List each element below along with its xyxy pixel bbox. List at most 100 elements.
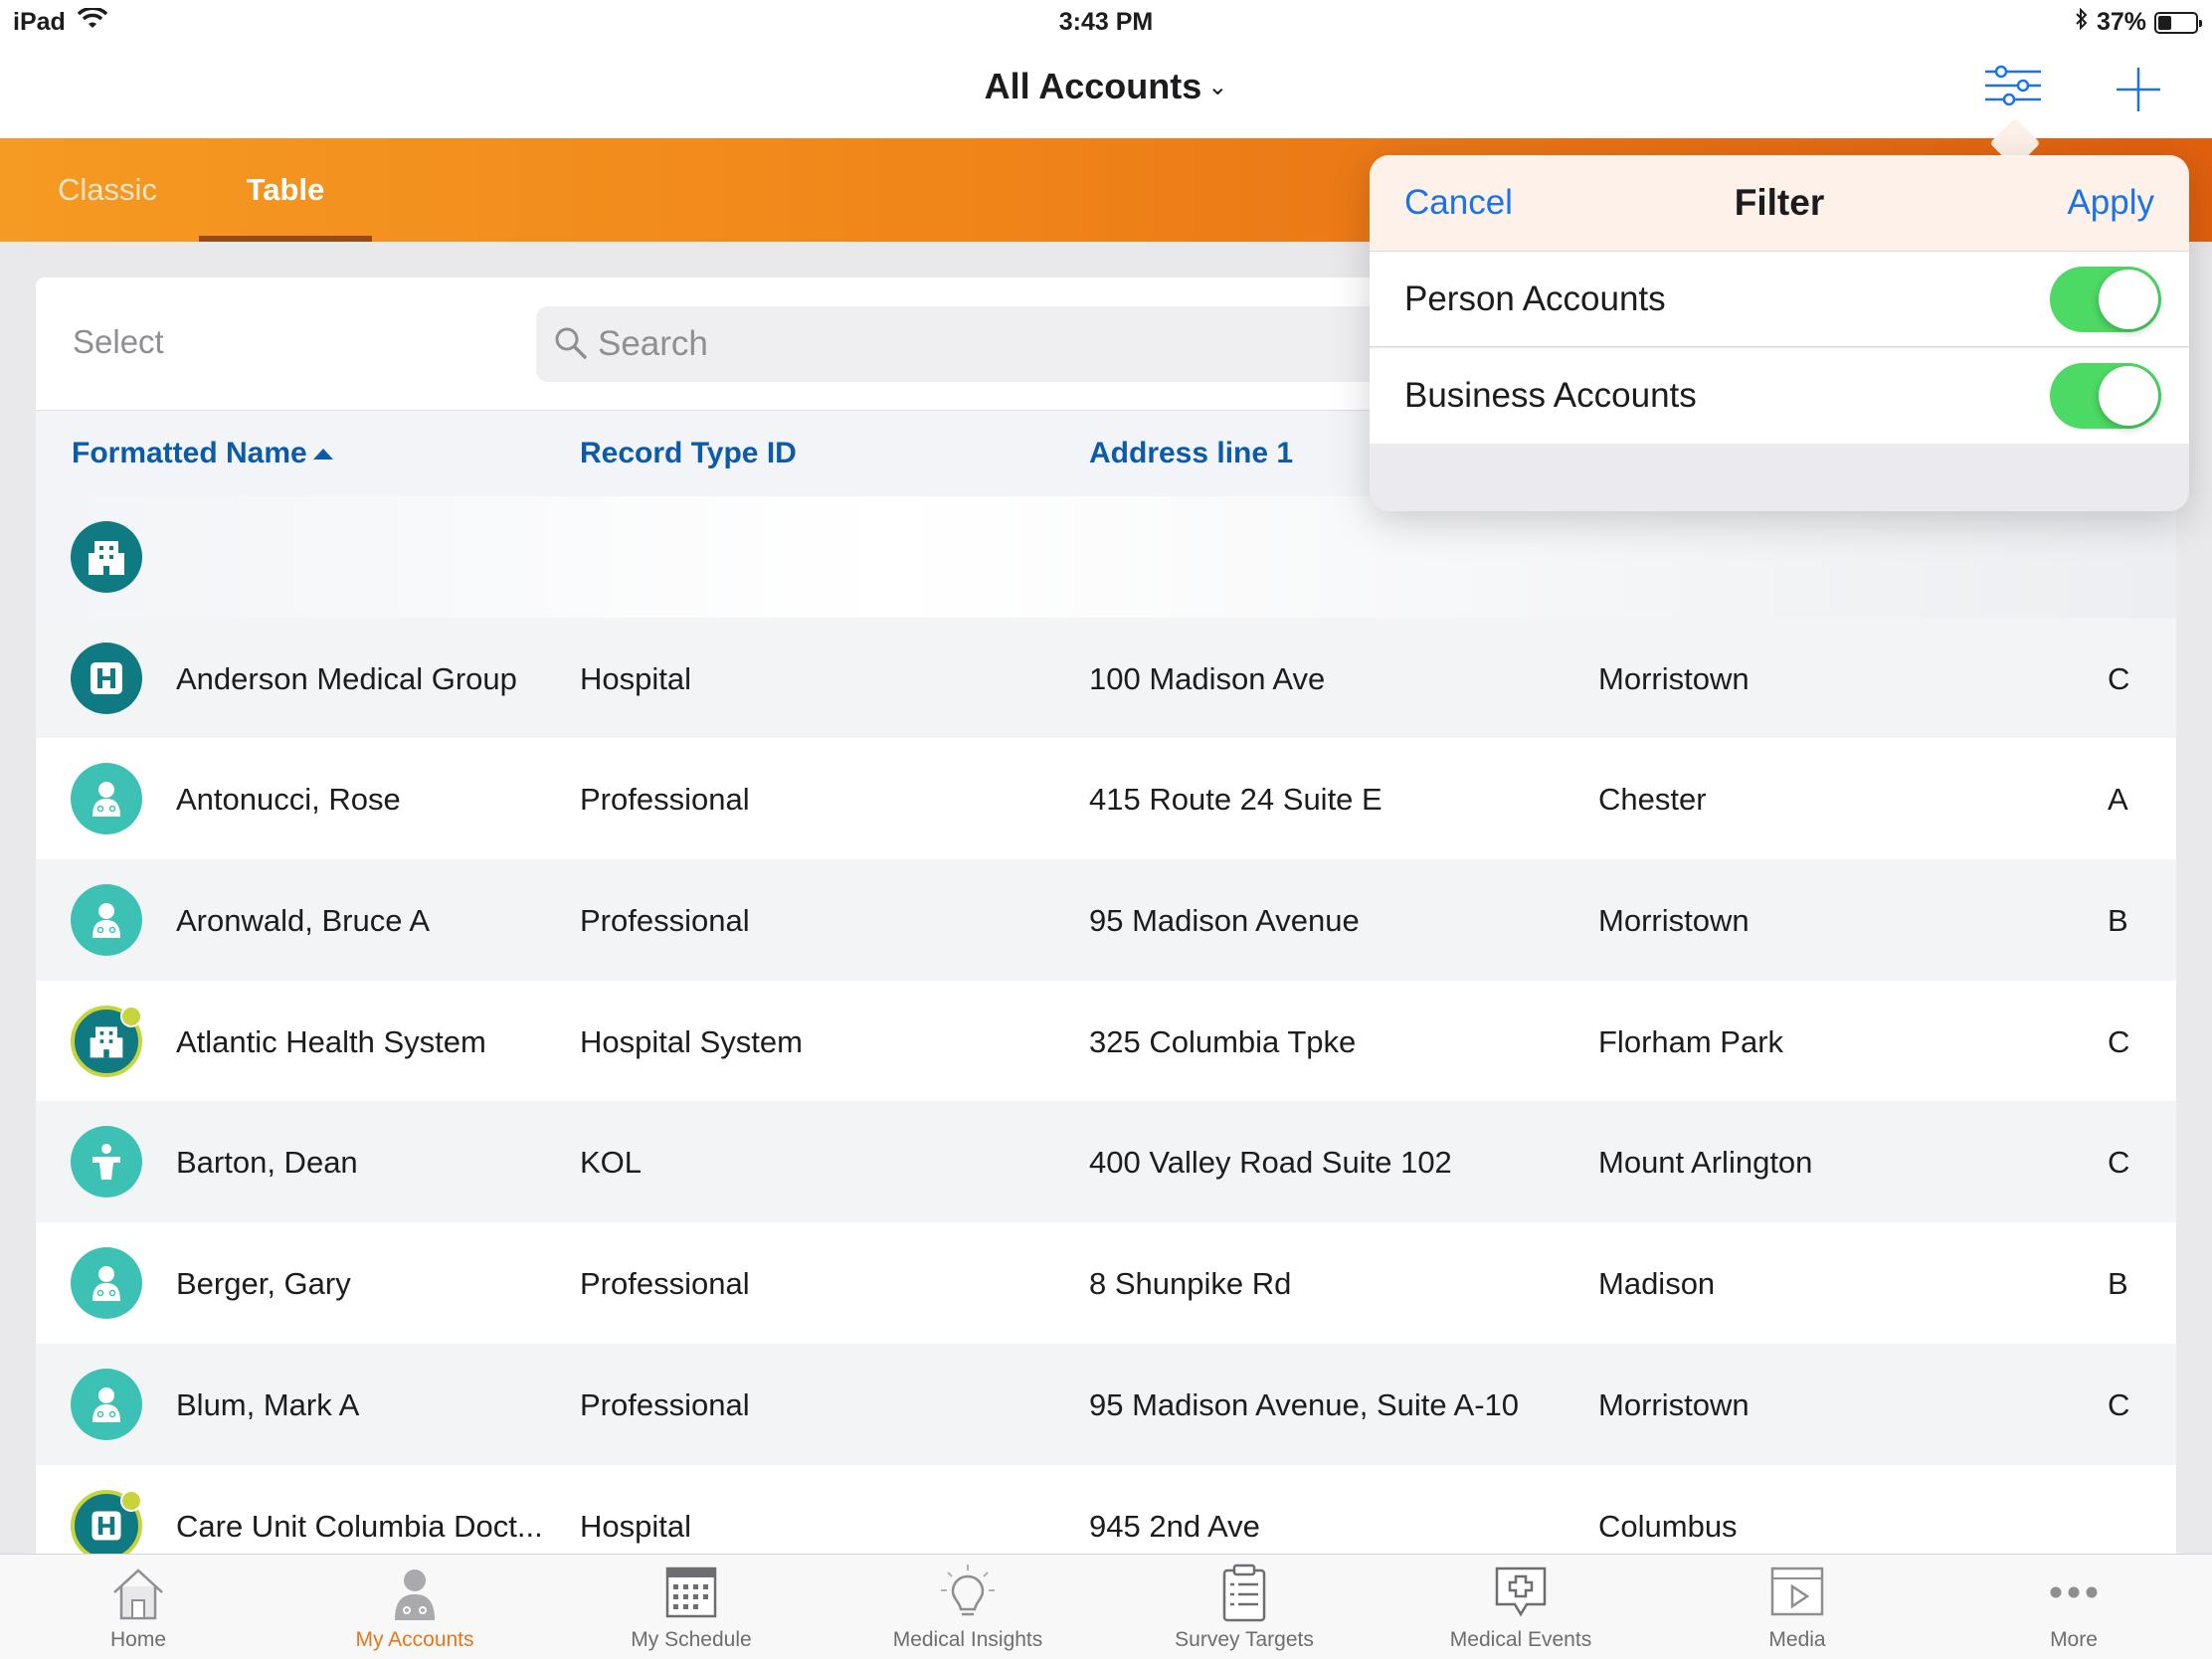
cell-address: 415 Route 24 Suite E — [1089, 782, 1382, 818]
bottom-tab-label: Survey Targets — [1175, 1628, 1314, 1651]
bottom-tab-label: Medical Events — [1449, 1628, 1592, 1651]
filter-popover-header: Cancel Filter Apply — [1370, 155, 2189, 252]
hospital-icon — [71, 1489, 142, 1561]
filter-popover: Cancel Filter Apply Person Accounts Busi… — [1370, 155, 2189, 511]
bottom-tab-label: My Accounts — [355, 1628, 474, 1651]
bottom-tab-medical-events[interactable]: Medical Events — [1382, 1555, 1659, 1659]
bottom-tab-survey-targets[interactable]: Survey Targets — [1106, 1555, 1382, 1659]
column-header-record-type[interactable]: Record Type ID — [580, 437, 797, 470]
bottom-tab-my-schedule[interactable]: My Schedule — [553, 1555, 830, 1659]
bottom-tab-media[interactable]: Media — [1659, 1555, 1936, 1659]
doctor-icon — [71, 1247, 142, 1320]
bluetooth-icon — [2075, 7, 2089, 37]
doctor-icon — [71, 884, 142, 957]
table-row[interactable]: Barton, Dean KOL 400 Valley Road Suite 1… — [36, 1101, 2176, 1223]
battery-icon — [2154, 11, 2202, 34]
network-badge-icon — [120, 1005, 142, 1027]
cell-name: Atlantic Health System — [176, 1023, 486, 1059]
filter-option-business-accounts: Business Accounts — [1370, 348, 2189, 444]
cell-name: Anderson Medical Group — [176, 660, 517, 696]
bottom-tab-label: More — [2050, 1628, 2098, 1651]
cell-city: Madison — [1598, 1266, 1716, 1302]
cell-tier: A — [2108, 782, 2128, 818]
cell-record-type: KOL — [580, 1145, 643, 1181]
chevron-down-icon: ⌄ — [1207, 74, 1228, 100]
cell-name: Blum, Mark A — [176, 1386, 360, 1422]
cell-name: Aronwald, Bruce A — [176, 903, 431, 939]
table-row[interactable]: Aronwald, Bruce A Professional 95 Madiso… — [36, 859, 2176, 981]
navigation-bar: All Accounts ⌄ — [0, 44, 2212, 138]
cell-record-type: Hospital — [580, 660, 691, 696]
bottom-tab-label: Medical Insights — [892, 1628, 1043, 1651]
bottom-tab-more[interactable]: More — [1936, 1555, 2212, 1659]
table-row[interactable]: Care Unit Columbia Doct... Hospital 945 … — [36, 1464, 2176, 1561]
table-row[interactable]: Blum, Mark A Professional 95 Madison Ave… — [36, 1343, 2176, 1465]
bottom-tab-my-accounts[interactable]: My Accounts — [276, 1555, 553, 1659]
filter-option-label: Business Accounts — [1404, 376, 1697, 415]
select-button[interactable]: Select — [73, 323, 164, 361]
cell-record-type: Professional — [580, 1386, 750, 1422]
cell-address: 8 Shunpike Rd — [1089, 1266, 1292, 1302]
status-time: 3:43 PM — [1058, 8, 1154, 36]
sort-ascending-icon — [312, 448, 333, 460]
bottom-tab-home[interactable]: Home — [0, 1555, 276, 1659]
cell-tier: C — [2108, 1023, 2130, 1059]
business-accounts-toggle[interactable] — [2050, 363, 2161, 429]
person-accounts-toggle[interactable] — [2050, 267, 2161, 332]
cell-city: Morristown — [1598, 660, 1750, 696]
bottom-tab-medical-insights[interactable]: Medical Insights — [830, 1555, 1106, 1659]
tab-table[interactable]: Table — [199, 138, 372, 242]
cell-city: Florham Park — [1598, 1023, 1784, 1059]
bottom-tab-label: Home — [109, 1628, 167, 1651]
cell-tier: C — [2108, 1145, 2130, 1181]
cell-name: Antonucci, Rose — [176, 782, 401, 818]
hospital-icon — [71, 642, 142, 714]
table-body: Anderson Medical Group Hospital 100 Madi… — [36, 496, 2176, 1561]
cell-record-type: Professional — [580, 782, 750, 818]
table-row[interactable]: Berger, Gary Professional 8 Shunpike Rd … — [36, 1222, 2176, 1344]
table-row[interactable]: Atlantic Health System Hospital System 3… — [36, 980, 2176, 1102]
cell-address: 325 Columbia Tpke — [1089, 1023, 1357, 1059]
column-header-formatted-name[interactable]: Formatted Name — [72, 437, 333, 470]
cell-record-type: Professional — [580, 1266, 750, 1302]
filter-title: Filter — [1734, 182, 1825, 223]
bottom-tab-label: Media — [1768, 1628, 1826, 1651]
page-title: All Accounts — [984, 66, 1202, 106]
table-row[interactable] — [36, 496, 2176, 618]
cell-tier: C — [2108, 660, 2130, 696]
cell-name: Barton, Dean — [176, 1145, 358, 1181]
account-view-selector[interactable]: All Accounts ⌄ — [0, 66, 2212, 107]
toggle-knob — [2099, 270, 2158, 329]
clipboard-icon — [1214, 1563, 1274, 1622]
filter-option-person-accounts: Person Accounts — [1370, 252, 2189, 347]
table-row[interactable]: Antonucci, Rose Professional 415 Route 2… — [36, 738, 2176, 860]
lightbulb-icon — [938, 1563, 998, 1622]
add-icon[interactable] — [2111, 62, 2166, 117]
apply-button[interactable]: Apply — [2067, 183, 2154, 223]
kol-podium-icon — [71, 1126, 142, 1198]
media-icon — [1767, 1563, 1827, 1622]
home-icon — [108, 1563, 168, 1622]
table-row[interactable]: Anderson Medical Group Hospital 100 Madi… — [36, 617, 2176, 739]
cell-name: Care Unit Columbia Doct... — [176, 1508, 543, 1544]
filter-option-label: Person Accounts — [1404, 279, 1666, 318]
calendar-icon — [661, 1563, 721, 1622]
column-header-address[interactable]: Address line 1 — [1089, 437, 1293, 470]
battery-percent: 37% — [2096, 8, 2146, 36]
cell-record-type: Hospital — [580, 1508, 691, 1544]
filter-sliders-icon[interactable] — [1983, 62, 2043, 117]
bottom-tab-label: My Schedule — [631, 1628, 752, 1651]
cell-city: Morristown — [1598, 903, 1750, 939]
building-icon — [71, 521, 142, 593]
search-icon — [554, 326, 588, 365]
cell-address: 95 Madison Avenue — [1089, 903, 1360, 939]
toggle-knob — [2099, 366, 2158, 426]
cell-address: 95 Madison Avenue, Suite A-10 — [1089, 1386, 1520, 1422]
battery-fill — [2158, 15, 2171, 30]
accounts-icon — [385, 1563, 445, 1622]
tab-classic[interactable]: Classic — [32, 138, 183, 242]
more-dots-icon — [2044, 1563, 2104, 1622]
cell-address: 945 2nd Ave — [1089, 1508, 1260, 1544]
cell-tier: B — [2108, 903, 2128, 939]
cell-address: 400 Valley Road Suite 102 — [1089, 1145, 1452, 1181]
